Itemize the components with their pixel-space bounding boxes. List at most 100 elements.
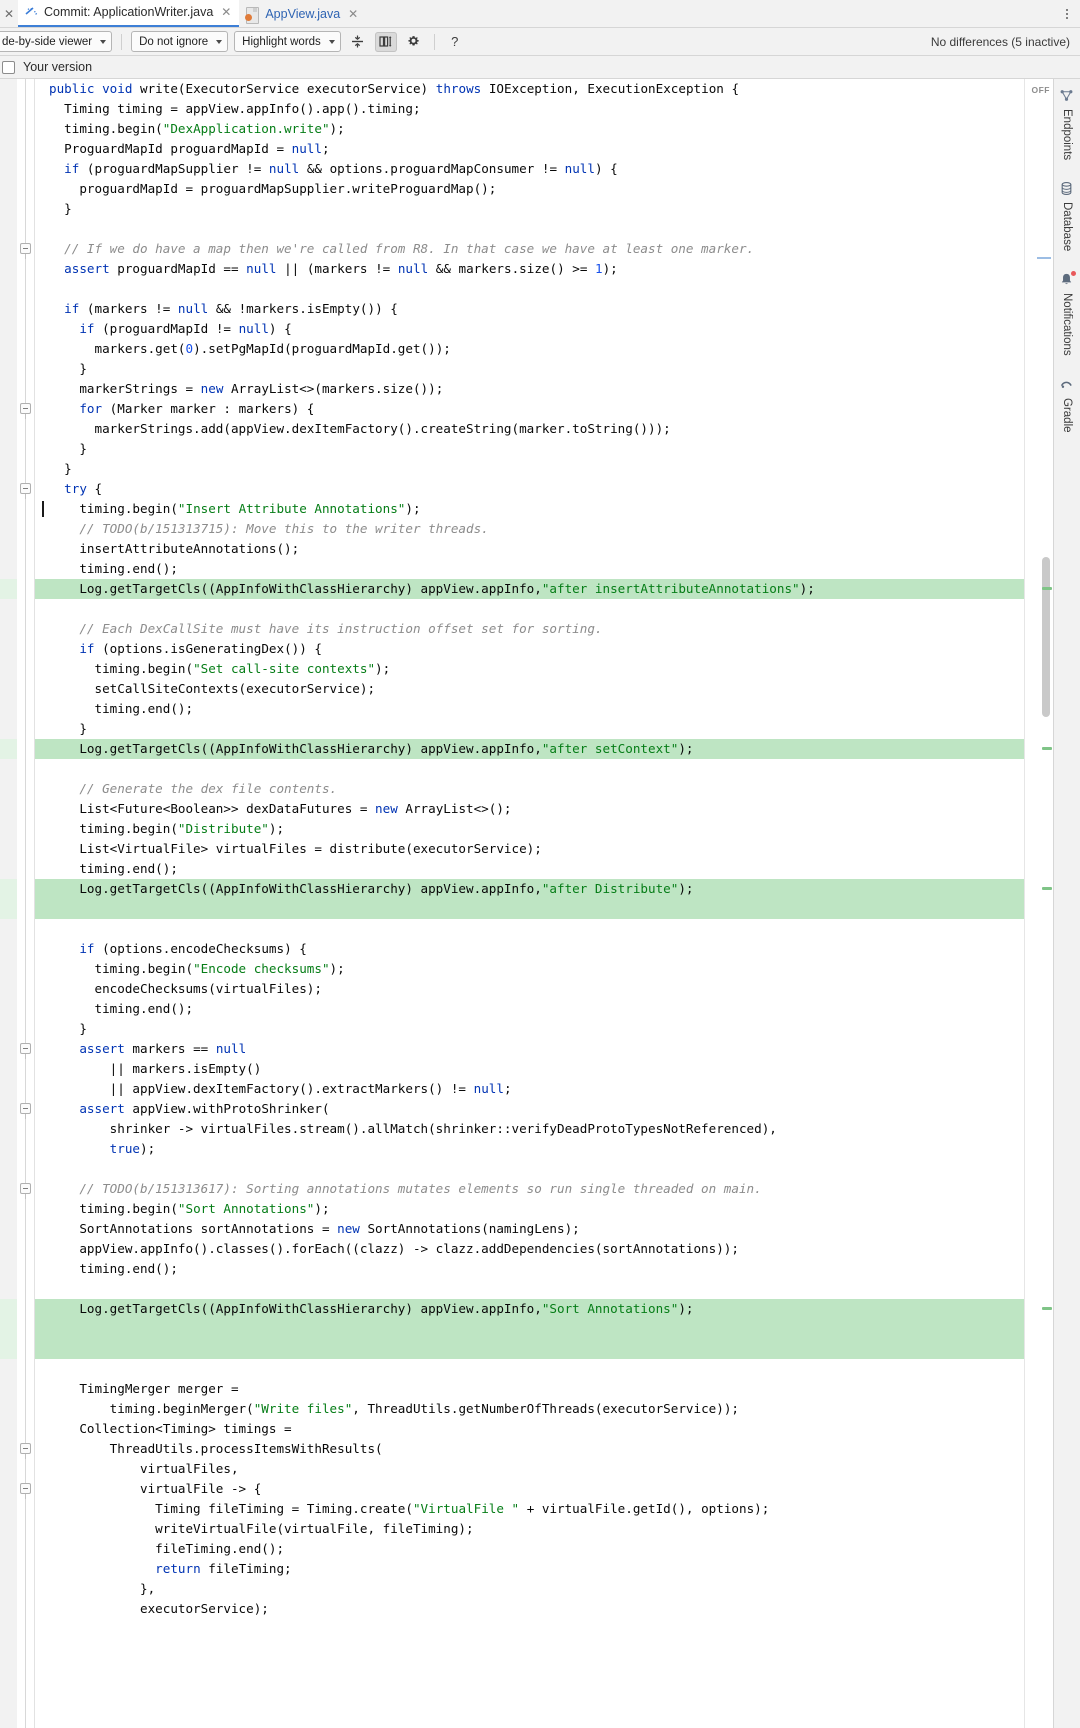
code-line[interactable]: if (proguardMapSupplier != null && optio…	[35, 159, 1024, 179]
code-line[interactable]: // TODO(b/151313617): Sorting annotation…	[35, 1179, 1024, 1199]
code-fold-toggle[interactable]	[20, 483, 31, 499]
code-line[interactable]: public void write(ExecutorService execut…	[35, 79, 1024, 99]
code-fold-toggle[interactable]	[20, 1483, 31, 1499]
code-fold-gutter[interactable]	[17, 79, 35, 1728]
tab-appview-java[interactable]: AppView.java ✕	[239, 1, 366, 27]
code-line[interactable]	[35, 759, 1024, 779]
scrollbar-thumb[interactable]	[1042, 557, 1050, 717]
code-line[interactable]: // If we do have a map then we're called…	[35, 239, 1024, 259]
tool-window-button-database[interactable]: Database	[1059, 174, 1075, 265]
code-line[interactable]: // Each DexCallSite must have its instru…	[35, 619, 1024, 639]
code-line-added[interactable]: Log.getTargetCls((AppInfoWithClassHierar…	[35, 1299, 1024, 1319]
code-line[interactable]	[35, 919, 1024, 939]
code-line[interactable]: setCallSiteContexts(executorService);	[35, 679, 1024, 699]
editor-overview-scrollbar[interactable]: OFF	[1024, 79, 1053, 1728]
code-line[interactable]: timing.end();	[35, 1259, 1024, 1279]
code-line[interactable]	[35, 1159, 1024, 1179]
code-line[interactable]: }	[35, 199, 1024, 219]
code-line[interactable]: Timing timing = appView.appInfo().app().…	[35, 99, 1024, 119]
code-line[interactable]: timing.end();	[35, 559, 1024, 579]
code-line[interactable]: timing.beginMerger("Write files", Thread…	[35, 1399, 1024, 1419]
code-line[interactable]: }	[35, 459, 1024, 479]
code-line[interactable]	[35, 219, 1024, 239]
gear-icon[interactable]	[403, 32, 425, 52]
code-line[interactable]: timing.end();	[35, 999, 1024, 1019]
code-line[interactable]: writeVirtualFile(virtualFile, fileTiming…	[35, 1519, 1024, 1539]
code-line[interactable]: }	[35, 439, 1024, 459]
code-line[interactable]: shrinker -> virtualFiles.stream().allMat…	[35, 1119, 1024, 1139]
code-line[interactable]: for (Marker marker : markers) {	[35, 399, 1024, 419]
code-line[interactable]: try {	[35, 479, 1024, 499]
code-fold-toggle[interactable]	[20, 1103, 31, 1119]
code-line[interactable]: executorService);	[35, 1599, 1024, 1619]
code-line[interactable]: if (options.encodeChecksums) {	[35, 939, 1024, 959]
code-line[interactable]	[35, 599, 1024, 619]
side-by-side-icon[interactable]	[374, 31, 397, 52]
code-line[interactable]: || appView.dexItemFactory().extractMarke…	[35, 1079, 1024, 1099]
code-line[interactable]: timing.end();	[35, 699, 1024, 719]
code-line-added[interactable]: Log.getTargetCls((AppInfoWithClassHierar…	[35, 579, 1024, 599]
code-line[interactable]	[35, 1279, 1024, 1299]
code-line[interactable]: || markers.isEmpty()	[35, 1059, 1024, 1079]
code-line[interactable]: ThreadUtils.processItemsWithResults(	[35, 1439, 1024, 1459]
code-line[interactable]: markers.get(0).setPgMapId(proguardMapId.…	[35, 339, 1024, 359]
code-line[interactable]: List<VirtualFile> virtualFiles = distrib…	[35, 839, 1024, 859]
code-line[interactable]: markerStrings.add(appView.dexItemFactory…	[35, 419, 1024, 439]
ignore-mode-dropdown[interactable]: Do not ignore	[131, 31, 229, 52]
code-line[interactable]: timing.end();	[35, 859, 1024, 879]
code-line[interactable]: Collection<Timing> timings =	[35, 1419, 1024, 1439]
code-line[interactable]: },	[35, 1579, 1024, 1599]
code-line[interactable]: // TODO(b/151313715): Move this to the w…	[35, 519, 1024, 539]
version-checkbox[interactable]	[2, 60, 15, 74]
code-line[interactable]: assert appView.withProtoShrinker(	[35, 1099, 1024, 1119]
code-fold-toggle[interactable]	[20, 403, 31, 419]
tab-commit-applicationwriter[interactable]: Commit: ApplicationWriter.java ✕	[18, 0, 240, 27]
code-line[interactable]: assert proguardMapId == null || (markers…	[35, 259, 1024, 279]
code-line[interactable]: if (options.isGeneratingDex()) {	[35, 639, 1024, 659]
code-line[interactable]: proguardMapId = proguardMapSupplier.writ…	[35, 179, 1024, 199]
code-line[interactable]: timing.begin("Insert Attribute Annotatio…	[35, 499, 1024, 519]
code-line-added[interactable]	[35, 1319, 1024, 1339]
help-icon[interactable]: ?	[444, 32, 466, 52]
code-line[interactable]	[35, 279, 1024, 299]
code-line[interactable]: if (proguardMapId != null) {	[35, 319, 1024, 339]
code-line[interactable]: }	[35, 1019, 1024, 1039]
code-line[interactable]: ProguardMapId proguardMapId = null;	[35, 139, 1024, 159]
code-line[interactable]: if (markers != null && !markers.isEmpty(…	[35, 299, 1024, 319]
code-line[interactable]	[35, 1359, 1024, 1379]
code-line[interactable]: appView.appInfo().classes().forEach((cla…	[35, 1239, 1024, 1259]
code-line[interactable]: List<Future<Boolean>> dexDataFutures = n…	[35, 799, 1024, 819]
code-line[interactable]: timing.begin("Encode checksums");	[35, 959, 1024, 979]
code-line[interactable]: timing.begin("DexApplication.write");	[35, 119, 1024, 139]
diff-change-gutter[interactable]	[0, 79, 17, 1728]
code-line[interactable]: true);	[35, 1139, 1024, 1159]
code-line-added[interactable]	[35, 899, 1024, 919]
tool-window-button-notifications[interactable]: Notifications	[1059, 265, 1076, 370]
code-line[interactable]: encodeChecksums(virtualFiles);	[35, 979, 1024, 999]
code-fold-toggle[interactable]	[20, 1043, 31, 1059]
code-line[interactable]: }	[35, 359, 1024, 379]
code-line-added[interactable]: Log.getTargetCls((AppInfoWithClassHierar…	[35, 739, 1024, 759]
code-line[interactable]: TimingMerger merger =	[35, 1379, 1024, 1399]
code-fold-toggle[interactable]	[20, 243, 31, 259]
code-line[interactable]: timing.begin("Set call-site contexts");	[35, 659, 1024, 679]
collapse-unchanged-icon[interactable]	[347, 32, 369, 52]
code-line[interactable]: fileTiming.end();	[35, 1539, 1024, 1559]
code-line[interactable]: SortAnnotations sortAnnotations = new So…	[35, 1219, 1024, 1239]
more-vertical-icon[interactable]	[1054, 0, 1080, 27]
code-line[interactable]: return fileTiming;	[35, 1559, 1024, 1579]
code-line[interactable]: assert markers == null	[35, 1039, 1024, 1059]
code-line-added[interactable]: Log.getTargetCls((AppInfoWithClassHierar…	[35, 879, 1024, 899]
code-line-added[interactable]	[35, 1339, 1024, 1359]
code-line[interactable]: timing.begin("Sort Annotations");	[35, 1199, 1024, 1219]
code-line[interactable]: virtualFiles,	[35, 1459, 1024, 1479]
highlight-mode-dropdown[interactable]: Highlight words	[234, 31, 341, 52]
code-line[interactable]: markerStrings = new ArrayList<>(markers.…	[35, 379, 1024, 399]
tool-window-button-endpoints[interactable]: Endpoints	[1059, 81, 1075, 174]
code-fold-toggle[interactable]	[20, 1443, 31, 1459]
tab-close-icon[interactable]: ✕	[348, 7, 358, 21]
code-line[interactable]: Timing fileTiming = Timing.create("Virtu…	[35, 1499, 1024, 1519]
code-fold-toggle[interactable]	[20, 1183, 31, 1199]
code-line[interactable]: }	[35, 719, 1024, 739]
code-line[interactable]: // Generate the dex file contents.	[35, 779, 1024, 799]
